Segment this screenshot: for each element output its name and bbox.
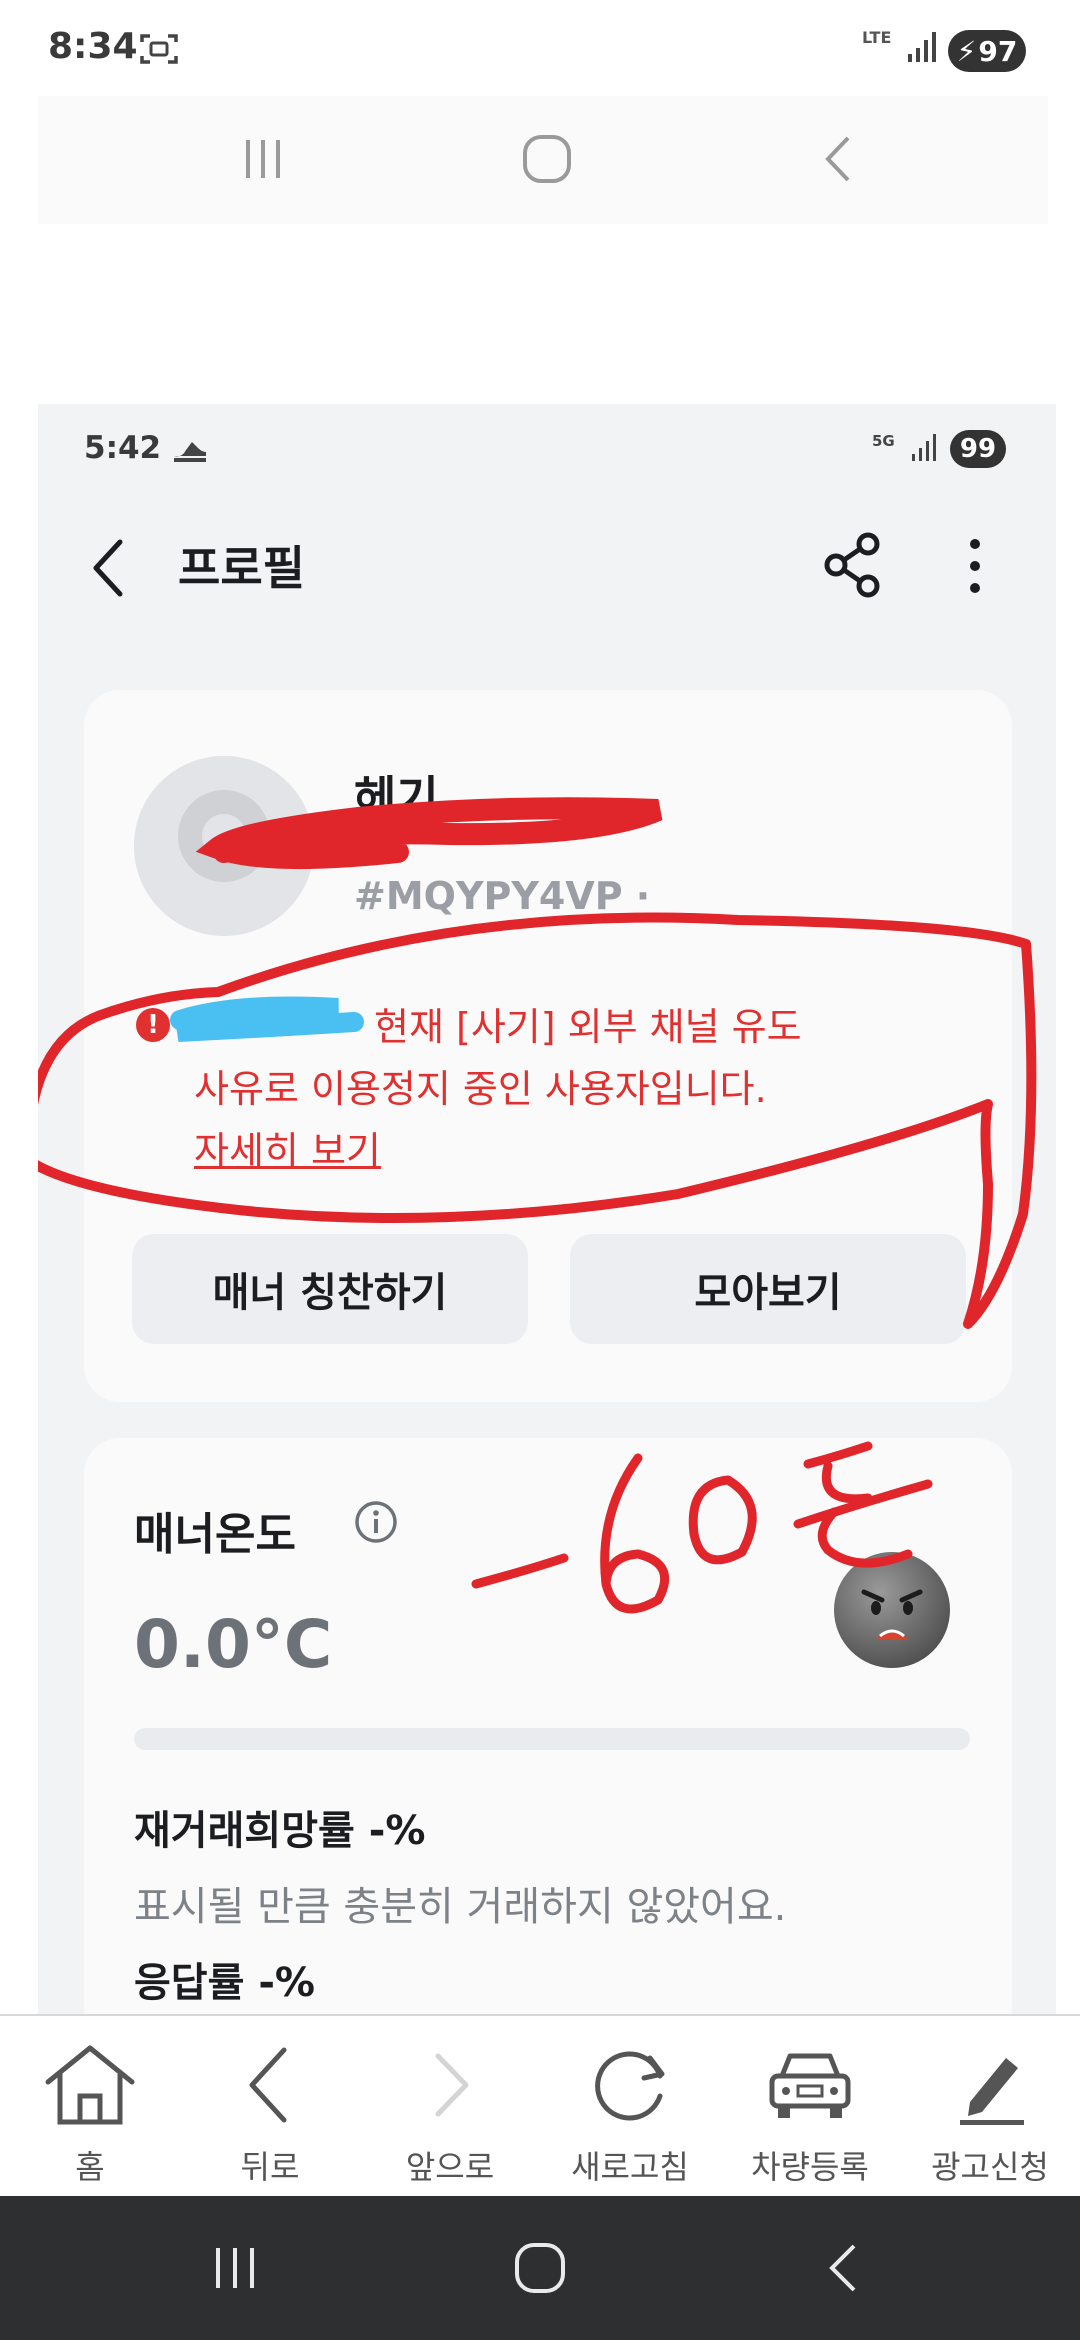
more-vertical-icon[interactable] bbox=[968, 536, 982, 596]
inner-status-time: 5:42 bbox=[84, 430, 162, 466]
outer-nav-bar-top bbox=[38, 96, 1048, 224]
warning-details-link[interactable]: 자세히 보기 bbox=[194, 1120, 381, 1175]
toolbar-register-car[interactable]: 차량등록 bbox=[720, 2016, 900, 2198]
forward-icon bbox=[435, 2053, 469, 2117]
angry-face-icon bbox=[834, 1552, 950, 1668]
info-icon[interactable] bbox=[354, 1500, 398, 1544]
profile-card: 헤기 #MQYPY4VP · ! 현재 [사기] 외부 채널 유도 사유로 이용… bbox=[84, 690, 1012, 1402]
back-nav-icon[interactable] bbox=[820, 2242, 866, 2294]
toolbar-forward-label: 앞으로 bbox=[405, 2148, 495, 2186]
page-title: 프로필 bbox=[178, 541, 305, 595]
manner-temperature-value: 0.0°C bbox=[134, 1606, 333, 1683]
charging-icon: ⚡ bbox=[956, 34, 977, 68]
warning-icon: ! bbox=[136, 1008, 170, 1042]
avatar[interactable] bbox=[134, 756, 314, 936]
toolbar-refresh-label: 새로고침 bbox=[571, 2148, 689, 2186]
outer-network-label: LTE bbox=[862, 28, 892, 47]
manner-temperature-card: 매너온도 0.0°C 재거래희망률 -% 표시될 만큼 충분히 거래하지 않았어… bbox=[84, 1438, 1012, 2014]
recent-apps-icon[interactable] bbox=[238, 134, 288, 184]
notification-icon bbox=[174, 442, 206, 462]
nickname: 헤기 bbox=[354, 771, 439, 825]
rehire-rate-description: 표시될 만큼 충분히 거래하지 않았어요. bbox=[134, 1884, 787, 1930]
rehire-rate: 재거래희망률 -% bbox=[134, 1808, 426, 1854]
toolbar-register-car-label: 차량등록 bbox=[751, 2148, 869, 2186]
system-nav-bar bbox=[0, 2196, 1080, 2340]
outer-status-time: 8:34 bbox=[48, 26, 138, 67]
toolbar-back[interactable]: 뒤로 bbox=[180, 2016, 360, 2198]
car-icon bbox=[769, 2053, 851, 2118]
inner-network-label: 5G bbox=[872, 432, 895, 450]
refresh-icon bbox=[595, 2051, 665, 2121]
browser-toolbar: 홈 뒤로 앞으로 새로고침 차량등록 광고신청 bbox=[0, 2014, 1080, 2198]
inner-battery-indicator: 99 bbox=[950, 430, 1006, 468]
toolbar-refresh[interactable]: 새로고침 bbox=[540, 2016, 720, 2198]
response-rate: 응답률 -% bbox=[134, 1960, 316, 2006]
back-icon bbox=[249, 2047, 287, 2123]
toolbar-forward[interactable]: 앞으로 bbox=[360, 2016, 540, 2198]
outer-battery-level: 97 bbox=[978, 34, 1018, 68]
outer-battery-indicator: ⚡ 97 bbox=[948, 30, 1026, 72]
toolbar-back-label: 뒤로 bbox=[240, 2148, 300, 2186]
screenshot-icon bbox=[140, 34, 178, 64]
inner-screenshot: 5:42 5G 99 프로필 헤기 #MQYPY4VP · ! 현재 [사기] … bbox=[38, 404, 1056, 2014]
manner-temperature-label: 매너온도 bbox=[134, 1509, 296, 1560]
share-icon[interactable] bbox=[822, 532, 884, 598]
home-nav-icon[interactable] bbox=[512, 2240, 568, 2296]
toolbar-home[interactable]: 홈 bbox=[0, 2016, 180, 2198]
toolbar-ad-request[interactable]: 광고신청 bbox=[900, 2016, 1080, 2198]
home-nav-icon[interactable] bbox=[520, 132, 574, 186]
chevron-left-icon[interactable] bbox=[90, 538, 126, 598]
signal-icon bbox=[908, 32, 936, 62]
outer-status-bar: 8:34 LTE ⚡ 97 bbox=[0, 0, 1080, 96]
avatar-placeholder-icon bbox=[134, 756, 314, 936]
toolbar-ad-request-label: 광고신청 bbox=[931, 2148, 1049, 2186]
recent-apps-icon[interactable] bbox=[210, 2242, 260, 2294]
manner-praise-button[interactable]: 매너 칭찬하기 bbox=[132, 1234, 528, 1344]
toolbar-home-label: 홈 bbox=[75, 2148, 105, 2186]
back-nav-icon[interactable] bbox=[814, 134, 864, 184]
warning-text-line2: 사유로 이용정지 중인 사용자입니다. bbox=[194, 1067, 767, 1111]
pencil-icon bbox=[960, 2058, 1024, 2125]
temperature-bar bbox=[134, 1728, 970, 1750]
inner-signal-icon bbox=[912, 434, 936, 461]
user-id: #MQYPY4VP · bbox=[354, 874, 651, 918]
home-icon bbox=[45, 2045, 135, 2125]
warning-text-line1: 현재 [사기] 외부 채널 유도 bbox=[374, 1005, 802, 1049]
collect-button[interactable]: 모아보기 bbox=[570, 1234, 966, 1344]
